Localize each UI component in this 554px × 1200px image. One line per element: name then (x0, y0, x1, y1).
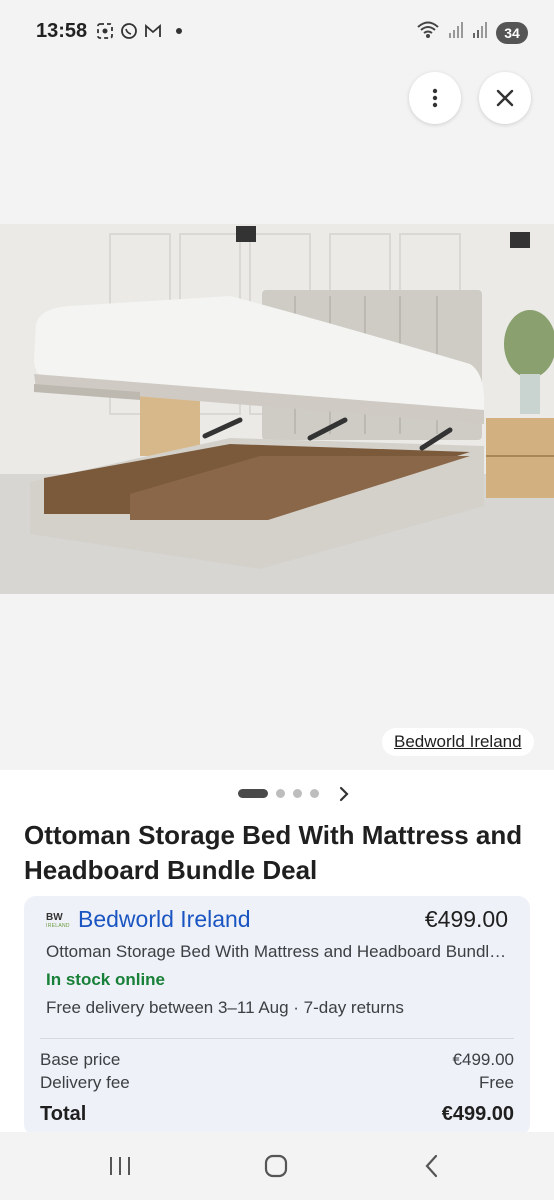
status-time: 13:58 (36, 20, 88, 42)
carousel-dot[interactable] (310, 789, 319, 798)
delivery-fee-value: Free (479, 1073, 514, 1092)
total-row: Total €499.00 (40, 1103, 514, 1126)
close-icon (496, 89, 514, 107)
gmail-icon (144, 22, 162, 40)
image-source-link[interactable]: Bedworld Ireland (382, 728, 534, 756)
offer-card[interactable]: BW IRELAND Bedworld Ireland €499.00 Otto… (24, 896, 530, 1136)
seller-logo-subtext: IRELAND (46, 923, 70, 929)
product-image[interactable] (0, 224, 554, 594)
status-bar: 13:58 34 (0, 0, 554, 64)
ottoman-bed-illustration (0, 224, 554, 594)
recents-button[interactable] (100, 1150, 140, 1182)
next-image-button[interactable] (336, 784, 352, 809)
home-button[interactable] (256, 1150, 296, 1182)
carousel-dots (238, 789, 319, 798)
carousel-dot[interactable] (276, 789, 285, 798)
more-vert-icon (432, 88, 438, 108)
chevron-right-icon (339, 786, 349, 802)
notification-icons (96, 22, 182, 40)
delivery-info: Free delivery between 3–11 Aug · 7-day r… (46, 998, 404, 1017)
seller-logo-text: BW (46, 912, 63, 923)
base-price-value: €499.00 (452, 1050, 514, 1069)
recents-icon (110, 1157, 130, 1175)
close-button[interactable] (479, 72, 531, 124)
base-price-label: Base price (40, 1050, 121, 1069)
base-price-row: Base price €499.00 (40, 1050, 514, 1070)
page: 13:58 34 Bedworld Ireland Ottoman Storag… (0, 0, 554, 1200)
more-notifications-icon (176, 28, 182, 34)
whatsapp-icon (120, 22, 138, 40)
back-button[interactable] (412, 1150, 452, 1182)
screenshot-icon (96, 22, 114, 40)
signal-icon-2 (472, 20, 488, 45)
offer-description: Ottoman Storage Bed With Mattress and He… (46, 942, 507, 961)
system-nav-bar (0, 1132, 554, 1200)
delivery-fee-label: Delivery fee (40, 1073, 130, 1092)
total-label: Total (40, 1103, 87, 1125)
seller-name-link[interactable]: Bedworld Ireland (78, 906, 251, 933)
delivery-fee-row: Delivery fee Free (40, 1073, 514, 1093)
product-sheet: Ottoman Storage Bed With Mattress and He… (0, 818, 554, 1136)
seller-logo: BW IRELAND (46, 912, 70, 934)
carousel-dot[interactable] (238, 789, 268, 798)
offer-price: €499.00 (424, 906, 508, 932)
product-title: Ottoman Storage Bed With Mattress and He… (24, 820, 523, 885)
back-icon (425, 1154, 438, 1178)
signal-icon-1 (448, 20, 464, 45)
image-carousel-indicator (0, 770, 554, 818)
home-icon (264, 1154, 288, 1178)
more-options-button[interactable] (409, 72, 461, 124)
carousel-dot[interactable] (293, 789, 302, 798)
total-value: €499.00 (441, 1103, 514, 1125)
divider (40, 1038, 514, 1039)
battery-indicator: 34 (496, 21, 528, 44)
stock-status: In stock online (46, 970, 166, 989)
wifi-icon (416, 20, 440, 45)
system-icons: 34 (416, 20, 528, 45)
